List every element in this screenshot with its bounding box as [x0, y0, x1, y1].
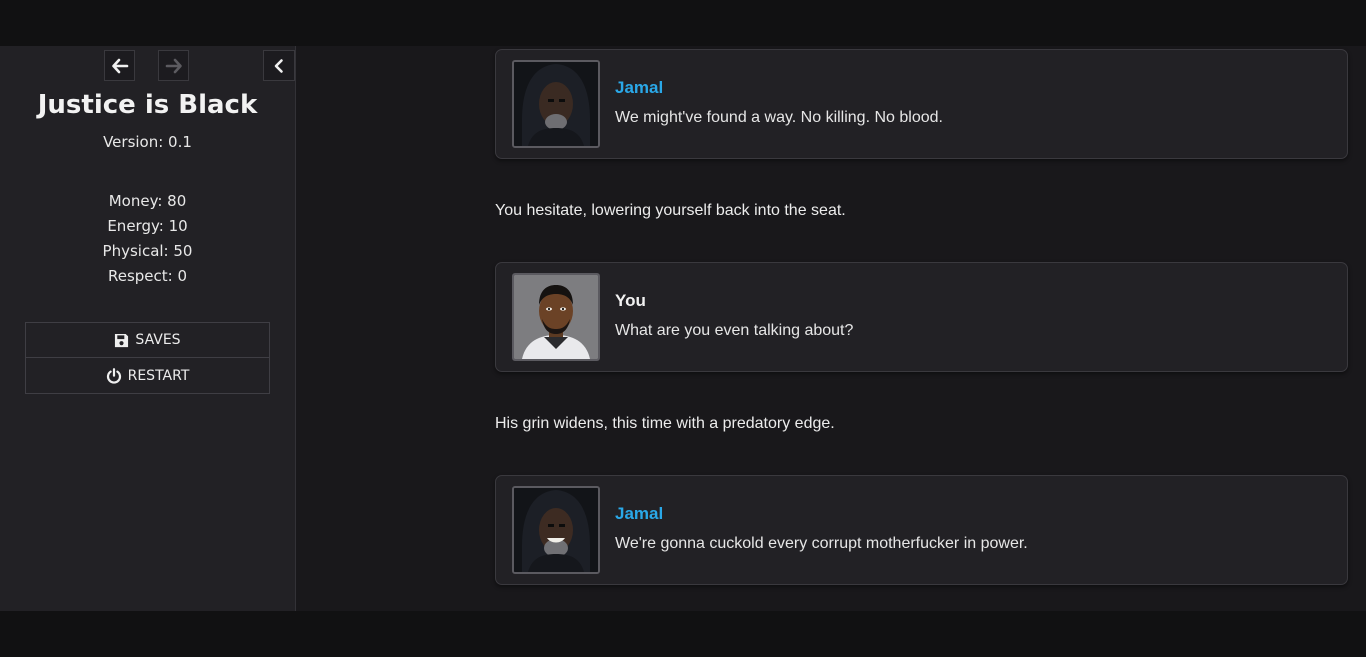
stat-physical: Physical: 50 [102, 242, 193, 260]
dialog-text: We might've found a way. No killing. No … [615, 109, 943, 126]
sidebar: Justice is Black Version: 0.1 Money: 80 … [0, 46, 296, 611]
story-title: Justice is Black [37, 90, 258, 120]
history-forward-button[interactable] [158, 50, 189, 81]
player-portrait [512, 273, 600, 361]
sidebar-collapse-button[interactable] [263, 50, 295, 81]
narration-text: His grin widens, this time with a predat… [495, 415, 835, 432]
game-window: Justice is Black Version: 0.1 Money: 80 … [0, 46, 1366, 611]
speaker-name: Jamal [615, 78, 664, 97]
history-back-button[interactable] [104, 50, 135, 81]
power-icon [106, 367, 121, 384]
dialog-text: What are you even talking about? [615, 322, 854, 339]
dialog-box: You What are you even talking about? [495, 262, 1348, 372]
speaker-name: Jamal [615, 504, 664, 523]
narration-text: You hesitate, lowering yourself back int… [495, 202, 846, 219]
stats-panel: Money: 80 Energy: 10 Physical: 50 Respec… [0, 191, 295, 291]
dialog-text: We're gonna cuckold every corrupt mother… [615, 535, 1028, 552]
stat-energy: Energy: 10 [107, 217, 188, 235]
arrow-left-icon [111, 58, 128, 73]
saves-button[interactable]: SAVES [25, 322, 270, 358]
story-passage: Jamal We might've found a way. No killin… [495, 49, 1348, 585]
sidebar-menu: SAVES RESTART [25, 322, 270, 394]
chevron-left-icon [274, 58, 283, 73]
jamal-portrait [512, 60, 600, 148]
story-version: Version: 0.1 [103, 133, 192, 151]
restart-label: RESTART [127, 367, 190, 384]
speaker-name: You [615, 291, 646, 310]
dialog-box: Jamal We're gonna cuckold every corrupt … [495, 475, 1348, 585]
arrow-right-icon [165, 58, 182, 73]
saves-label: SAVES [135, 332, 181, 348]
save-icon [115, 333, 129, 347]
restart-button[interactable]: RESTART [25, 358, 270, 394]
stat-money: Money: 80 [108, 192, 187, 210]
stat-respect: Respect: 0 [107, 267, 188, 285]
dialog-box: Jamal We might've found a way. No killin… [495, 49, 1348, 159]
jamal-portrait [512, 486, 600, 574]
